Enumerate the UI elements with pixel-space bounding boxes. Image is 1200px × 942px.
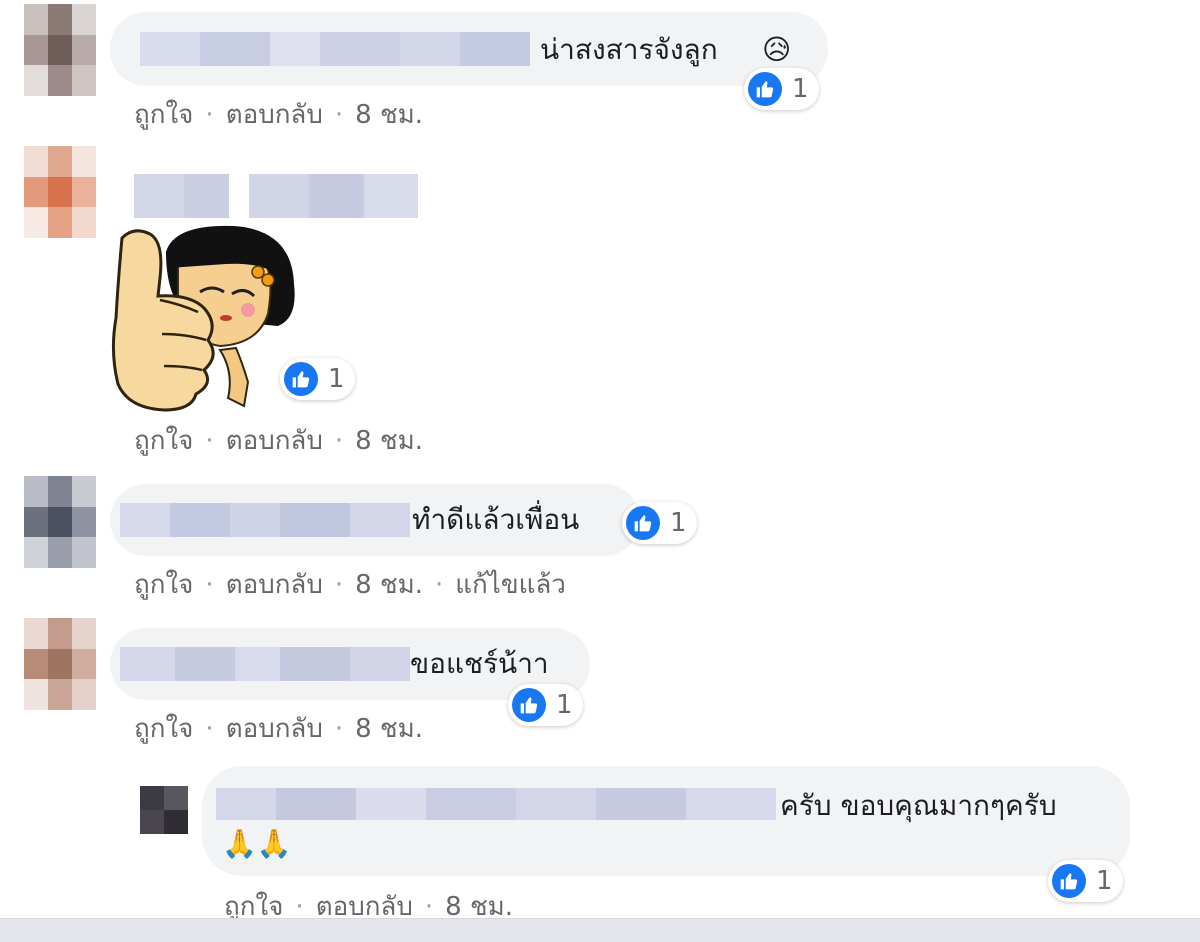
- timestamp-link[interactable]: 8 ชม.: [355, 564, 423, 605]
- timestamp-link[interactable]: 8 ชม.: [355, 708, 423, 749]
- comment-text: น่าสงสารจังลูก: [540, 33, 718, 66]
- comment-actions: ถูกใจ · ตอบกลับ · 8 ชม.: [134, 708, 423, 749]
- separator-dot: ·: [424, 891, 434, 922]
- comment-bubble: ทำดีแล้วเพื่อน: [110, 484, 640, 556]
- reaction-count: 1: [556, 690, 573, 720]
- separator-dot: ·: [205, 713, 214, 744]
- reaction-count: 1: [670, 508, 687, 538]
- reaction-summary[interactable]: 1: [1048, 860, 1123, 902]
- timestamp-link[interactable]: 8 ชม.: [355, 420, 423, 461]
- separator-dot: ·: [334, 713, 344, 744]
- reply-link[interactable]: ตอบกลับ: [226, 94, 323, 135]
- like-icon: [512, 688, 546, 722]
- commenter-name[interactable]: [120, 647, 410, 681]
- comment-bubble: น่าสงสารจังลูก 😥: [110, 12, 828, 86]
- timestamp-link[interactable]: 8 ชม.: [355, 94, 423, 135]
- like-icon: [748, 72, 782, 106]
- like-link[interactable]: ถูกใจ: [134, 420, 193, 461]
- folded-hands-emoji: 🙏🙏: [222, 827, 292, 860]
- separator-dot: ·: [334, 99, 344, 130]
- comment-actions: ถูกใจ · ตอบกลับ · 8 ชม.: [134, 420, 423, 461]
- like-link[interactable]: ถูกใจ: [134, 708, 193, 749]
- reaction-count: 1: [1096, 866, 1113, 896]
- like-link[interactable]: ถูกใจ: [134, 94, 193, 135]
- reply-text: ครับ ขอบคุณมากๆครับ: [780, 789, 1057, 822]
- commenter-name[interactable]: [134, 174, 418, 218]
- commenter-name[interactable]: [120, 503, 410, 537]
- avatar[interactable]: [24, 4, 96, 96]
- reaction-count: 1: [328, 364, 345, 394]
- reply-link[interactable]: ตอบกลับ: [226, 564, 323, 605]
- separator-dot: ·: [295, 891, 304, 922]
- comment-actions: ถูกใจ · ตอบกลับ · 8 ชม.: [134, 94, 423, 135]
- reaction-summary[interactable]: 1: [280, 358, 355, 400]
- separator-dot: ·: [205, 569, 214, 600]
- like-link[interactable]: ถูกใจ: [134, 564, 193, 605]
- reply-link[interactable]: ตอบกลับ: [226, 708, 323, 749]
- separator-dot: ·: [334, 425, 344, 456]
- like-icon: [626, 506, 660, 540]
- avatar[interactable]: [24, 476, 96, 568]
- reaction-summary[interactable]: 1: [744, 68, 819, 110]
- separator-dot: ·: [435, 569, 444, 600]
- reaction-summary[interactable]: 1: [622, 502, 697, 544]
- edited-link[interactable]: แก้ไขแล้ว: [455, 564, 566, 605]
- avatar[interactable]: [140, 786, 188, 834]
- reply-link[interactable]: ตอบกลับ: [226, 420, 323, 461]
- bottom-bar: [0, 918, 1200, 942]
- like-icon: [1052, 864, 1086, 898]
- reaction-summary[interactable]: 1: [508, 684, 583, 726]
- comment-text: ขอแชร์น้าา: [410, 647, 549, 680]
- crying-face-emoji: 😥: [762, 33, 792, 66]
- avatar[interactable]: [24, 618, 96, 710]
- separator-dot: ·: [334, 569, 344, 600]
- comment-actions: ถูกใจ · ตอบกลับ · 8 ชม. · แก้ไขแล้ว: [134, 564, 566, 605]
- comment-text: ทำดีแล้วเพื่อน: [412, 503, 580, 536]
- reply-bubble: ครับ ขอบคุณมากๆครับ 🙏🙏: [202, 766, 1130, 876]
- reaction-count: 1: [792, 74, 809, 104]
- commenter-name[interactable]: [140, 32, 530, 66]
- separator-dot: ·: [205, 425, 214, 456]
- separator-dot: ·: [205, 99, 214, 130]
- thumbs-up-girl-sticker[interactable]: [108, 222, 308, 414]
- commenter-name[interactable]: [216, 788, 776, 820]
- like-icon: [284, 362, 318, 396]
- avatar[interactable]: [24, 146, 96, 238]
